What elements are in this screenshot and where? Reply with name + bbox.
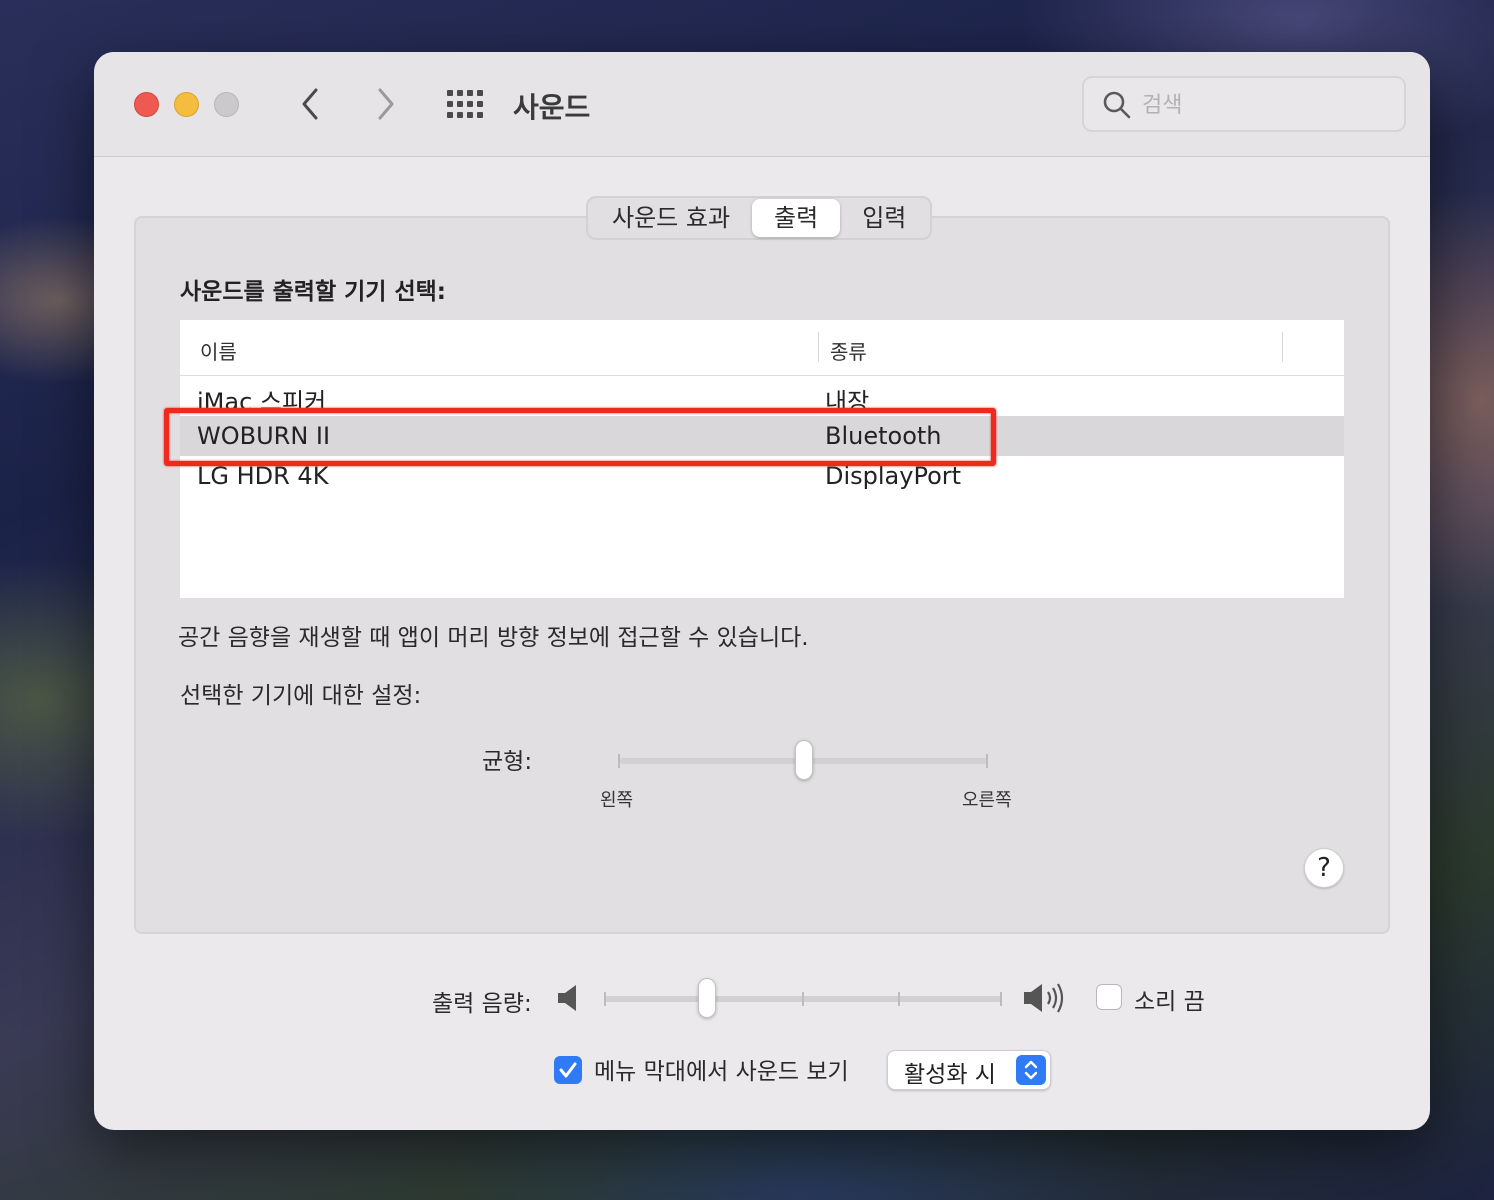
sound-preferences-window: 사운드 사운드를 출력할 기기 선택: 이름 종류 iMac 스피커 내장 WO [94,52,1430,1130]
show-in-menubar-label: 메뉴 막대에서 사운드 보기 [594,1059,849,1085]
column-divider [1282,332,1283,362]
show-in-menubar-checkbox[interactable] [554,1056,582,1084]
zoom-button [214,92,239,117]
back-button[interactable] [296,86,326,122]
tab-sound-effects[interactable]: 사운드 효과 [590,199,752,237]
tab-input[interactable]: 입력 [840,199,928,237]
balance-left-label: 왼쪽 [600,790,634,811]
search-field[interactable] [1082,76,1406,132]
search-input[interactable] [1142,88,1392,122]
mute-label: 소리 끔 [1134,989,1205,1015]
help-button[interactable]: ? [1304,848,1344,888]
title-bar: 사운드 [94,52,1430,157]
balance-tick [618,754,620,768]
speaker-low-icon [558,985,576,1011]
mute-checkbox[interactable] [1096,984,1122,1010]
output-panel: 사운드를 출력할 기기 선택: 이름 종류 iMac 스피커 내장 WOBURN… [134,216,1390,934]
balance-label: 균형: [482,749,533,775]
speaker-high-icon [1024,983,1064,1013]
balance-right-label: 오른쪽 [962,790,1012,811]
up-down-chevron-icon [1024,1060,1038,1080]
search-icon [1103,91,1131,119]
column-header-kind[interactable]: 종류 [830,336,867,365]
output-volume-label: 출력 음량: [432,991,532,1017]
volume-tick [604,992,606,1006]
spatial-audio-info: 공간 음향을 재생할 때 앱이 머리 방향 정보에 접근할 수 있습니다. [178,625,809,651]
column-header-name[interactable]: 이름 [200,336,237,365]
volume-tick [802,992,804,1006]
device-settings-label: 선택한 기기에 대한 설정: [180,683,422,709]
balance-slider-thumb[interactable] [795,740,813,780]
highlight-annotation [164,408,996,466]
balance-tick [986,754,988,768]
close-button[interactable] [134,92,159,117]
show-all-button[interactable] [446,88,484,120]
select-stepper [1016,1055,1046,1085]
minimize-button[interactable] [174,92,199,117]
chevron-right-icon [378,88,394,120]
table-header: 이름 종류 [180,320,1344,376]
volume-tick [1000,992,1002,1006]
tab-output[interactable]: 출력 [752,199,841,237]
grid-icon [447,90,483,118]
device-select-heading: 사운드를 출력할 기기 선택: [180,279,446,305]
checkmark-icon [559,1062,577,1078]
window-title: 사운드 [513,91,591,124]
device-kind: DisplayPort [825,462,962,490]
forward-button[interactable] [370,86,400,122]
volume-slider-thumb[interactable] [698,978,717,1018]
column-divider [818,332,819,362]
volume-tick [898,992,900,1006]
chevron-left-icon [302,88,318,120]
select-value: 활성화 시 [904,1062,996,1088]
tab-bar: 사운드 효과 출력 입력 [586,196,933,240]
device-name: LG HDR 4K [197,462,329,490]
menubar-visibility-select[interactable]: 활성화 시 [887,1050,1051,1090]
